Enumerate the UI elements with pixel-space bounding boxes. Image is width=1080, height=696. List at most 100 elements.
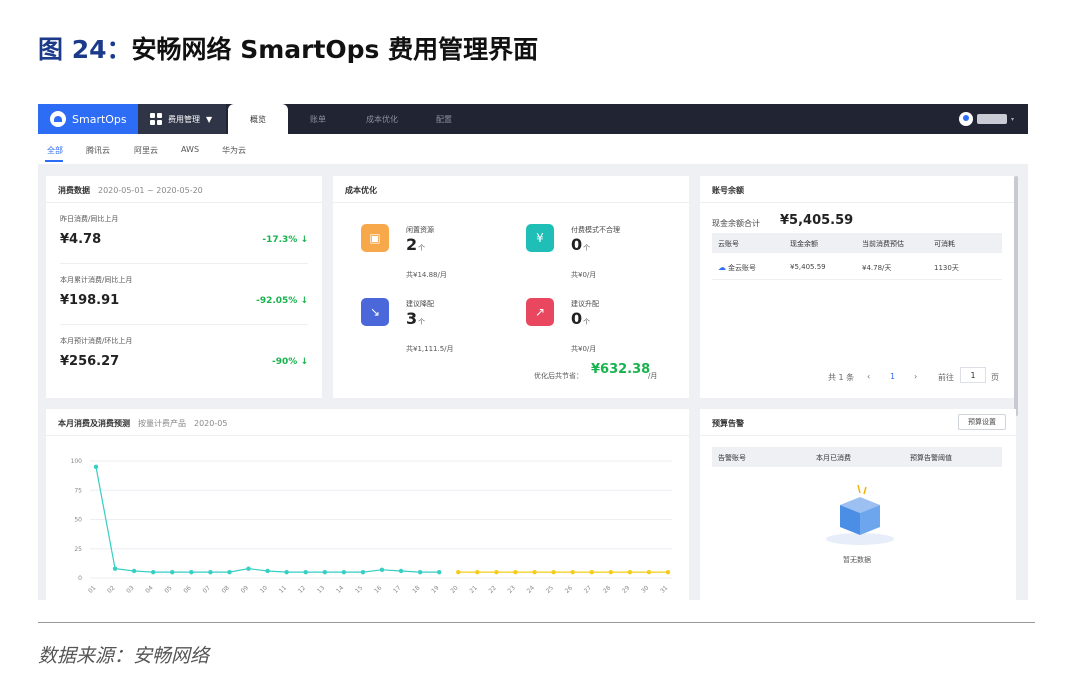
data-point [322, 569, 327, 575]
table-cell: 1130天 [934, 264, 959, 272]
scrollbar[interactable] [1014, 176, 1018, 416]
pager-prev-icon[interactable]: ‹ [867, 372, 870, 381]
data-point [379, 567, 385, 573]
data-point [589, 569, 594, 575]
budget-settings-button[interactable]: 预算设置 [958, 414, 1006, 430]
data-point [551, 569, 556, 575]
data-point [151, 569, 156, 575]
table-header-cell: 本月已消费 [816, 454, 851, 462]
table-header-cell: 云账号 [718, 240, 739, 248]
x-tick-label: 10 [259, 584, 269, 594]
pager-page[interactable]: 1 [890, 372, 895, 381]
data-point [475, 569, 480, 575]
top-navbar: SmartOps 费用管理 ▼ 概览 账单 成本优化 配置 ▾ [38, 104, 1028, 134]
tab-overview[interactable]: 概览 [228, 104, 288, 134]
upgrade-icon[interactable]: ↗ [526, 298, 554, 326]
stat-change-value: -17.3% [262, 235, 298, 245]
table-header-cell: 可消耗 [934, 240, 955, 248]
co-sum: 共¥0/月 [571, 345, 597, 353]
table-header-cell: 告警账号 [718, 454, 746, 462]
pager-next-icon[interactable]: › [914, 372, 917, 381]
data-point [189, 569, 194, 575]
co-count[interactable]: 0个 [571, 235, 590, 254]
account-balance-card: 账号余额 现金余额合计 ¥5,405.59 云账号 现金余额 当前消费预估 可消… [700, 176, 1016, 398]
divider [700, 202, 1016, 203]
co-sum: 共¥0/月 [571, 271, 597, 279]
x-tick-label: 26 [564, 584, 574, 594]
x-tick-label: 03 [125, 584, 135, 594]
tab-config[interactable]: 配置 [422, 104, 466, 134]
data-point [532, 569, 537, 575]
co-unit: 个 [583, 318, 591, 326]
co-count[interactable]: 2个 [406, 235, 425, 254]
user-menu[interactable]: ▾ [958, 112, 1014, 126]
active-tab-indicator [45, 160, 63, 162]
divider [700, 435, 1016, 436]
x-tick-label: 18 [411, 584, 421, 594]
data-point [170, 569, 175, 575]
balance-total-value: ¥5,405.59 [780, 213, 854, 228]
subtab-all[interactable]: 全部 [47, 145, 63, 156]
arrow-down-icon: ↓ [300, 235, 308, 245]
tab-cost-optimization[interactable]: 成本优化 [354, 104, 410, 134]
balance-total-label: 现金余额合计 [712, 219, 760, 228]
divider [333, 202, 689, 203]
subtab-aws[interactable]: AWS [181, 145, 199, 154]
co-count-value: 3 [406, 309, 418, 328]
box-icon[interactable]: ▣ [361, 224, 389, 252]
empty-state-text: 暂无数据 [843, 556, 871, 564]
downgrade-icon[interactable]: ↘ [361, 298, 389, 326]
line-chart: 0 25 50 75 100 01 02 03 04 05 06 07 08 09 10 11 12 13 14 15… [71, 458, 672, 595]
table-header-cell: 预算告警阈值 [910, 454, 952, 462]
money-bag-icon[interactable]: ¥ [526, 224, 554, 252]
app-logo[interactable]: SmartOps [38, 104, 138, 134]
arrow-down-icon: ↓ [300, 296, 308, 306]
subtab-tencent[interactable]: 腾讯云 [86, 145, 110, 156]
table-cell: ¥5,405.59 [790, 263, 826, 271]
table-cell-account[interactable]: ☁ 金云账号 [718, 263, 756, 273]
x-tick-label: 11 [278, 584, 288, 594]
data-point [627, 569, 633, 575]
data-point [494, 569, 499, 575]
subtab-aliyun[interactable]: 阿里云 [134, 145, 158, 156]
data-point [665, 569, 671, 575]
co-unit: 个 [418, 244, 426, 252]
data-point [208, 569, 213, 575]
x-tick-label: 02 [106, 584, 116, 594]
co-count[interactable]: 3个 [406, 309, 425, 328]
co-count[interactable]: 0个 [571, 309, 590, 328]
co-unit: 个 [583, 244, 591, 252]
divider [60, 324, 308, 325]
x-tick-label: 06 [182, 584, 192, 594]
stat-change-value: -92.05% [256, 296, 298, 306]
x-tick-label: 20 [449, 584, 459, 594]
x-tick-label: 14 [335, 584, 345, 594]
x-tick-label: 28 [602, 584, 612, 594]
y-tick-label: 100 [71, 458, 83, 465]
consumption-title: 消费数据 [58, 186, 90, 195]
x-tick-label: 04 [144, 584, 154, 594]
x-tick-label: 13 [316, 584, 326, 594]
y-tick-label: 50 [74, 517, 82, 524]
co-sum: 共¥1,111.5/月 [406, 345, 454, 353]
card-title: 消费数据 2020-05-01 ~ 2020-05-20 [58, 185, 203, 196]
co-label: 建议降配 [406, 300, 434, 308]
subtab-huawei[interactable]: 华为云 [222, 145, 246, 156]
figure-number: 图 24： [38, 35, 132, 64]
stat-change-value: -90% [272, 357, 298, 367]
figure-source: 数据来源：安畅网络 [38, 645, 210, 667]
data-point [227, 569, 232, 575]
x-tick-label: 31 [659, 584, 669, 594]
x-tick-label: 30 [640, 584, 650, 594]
stat-change: -17.3% ↓ [262, 235, 308, 245]
stat-value: ¥198.91 [60, 293, 120, 308]
co-count-value: 2 [406, 235, 418, 254]
product-menu-button[interactable]: 费用管理 ▼ [138, 104, 226, 134]
data-point [417, 569, 423, 575]
balance-table-header: 云账号 现金余额 当前消费预估 可消耗 [712, 233, 1002, 253]
data-point [112, 566, 118, 571]
divider [38, 622, 1035, 623]
tab-bill[interactable]: 账单 [292, 104, 344, 134]
pager-goto-input[interactable]: 1 [960, 367, 986, 383]
data-point [246, 566, 251, 571]
